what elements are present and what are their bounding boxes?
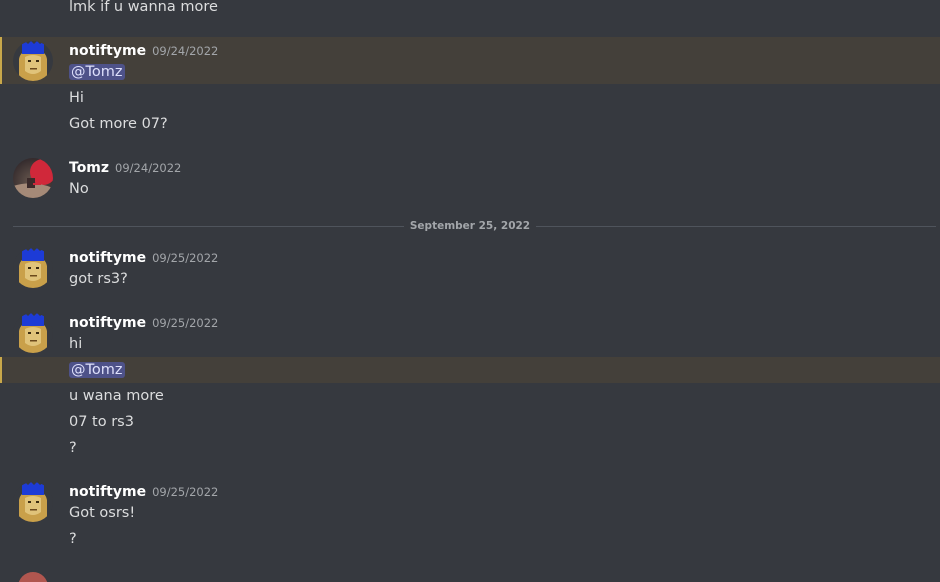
message-text: 07 to rs3 — [69, 414, 134, 430]
user-avatar[interactable] — [13, 482, 53, 522]
message-text: u wana more — [69, 388, 164, 404]
user-mention[interactable]: @Tomz — [69, 362, 125, 378]
message-text: @Tomz — [69, 62, 125, 82]
message-text: @Tomz — [69, 360, 125, 380]
timestamp[interactable]: 09/25/2022 — [152, 485, 218, 499]
message-text: ? — [69, 440, 77, 456]
message-text: Got more 07? — [69, 116, 168, 132]
message-header: notiftyme 09/25/2022 — [69, 312, 218, 332]
user-avatar[interactable] — [13, 158, 53, 198]
user-avatar[interactable] — [13, 313, 53, 353]
message-header: notiftyme 09/24/2022 — [69, 40, 218, 60]
message-text: Hi — [69, 90, 84, 106]
user-avatar[interactable] — [18, 572, 48, 582]
message-text: lmk if u wanna more — [69, 0, 218, 15]
message-text: Got osrs! — [69, 505, 136, 521]
username[interactable]: notiftyme — [69, 43, 146, 59]
timestamp[interactable]: 09/25/2022 — [152, 316, 218, 330]
mention-highlight — [0, 357, 940, 383]
rs-character-avatar-icon — [13, 313, 53, 353]
username[interactable]: notiftyme — [69, 315, 146, 331]
username[interactable]: Tomz — [69, 160, 109, 176]
message-text: ? — [69, 531, 77, 547]
message-text: got rs3? — [69, 271, 128, 287]
message-header: notiftyme 09/25/2022 — [69, 247, 218, 267]
username[interactable]: notiftyme — [69, 250, 146, 266]
timestamp[interactable]: 09/24/2022 — [115, 161, 181, 175]
message-header: notiftyme 09/25/2022 — [69, 481, 218, 501]
timestamp[interactable]: 09/25/2022 — [152, 251, 218, 265]
user-mention[interactable]: @Tomz — [69, 64, 125, 80]
date-divider: September 25, 2022 — [0, 219, 940, 233]
chat-messages-area: lmk if u wanna more notiftyme 09/24/2022 … — [0, 0, 940, 582]
red-moon-avatar-icon — [13, 158, 53, 198]
rs-character-avatar-icon — [13, 41, 53, 81]
username[interactable]: notiftyme — [69, 484, 146, 500]
user-avatar[interactable] — [13, 41, 53, 81]
message-header: Tomz 09/24/2022 — [69, 157, 181, 177]
date-divider-label: September 25, 2022 — [403, 220, 537, 232]
rs-character-avatar-icon — [13, 248, 53, 288]
user-avatar[interactable] — [13, 248, 53, 288]
timestamp[interactable]: 09/24/2022 — [152, 44, 218, 58]
rs-character-avatar-icon — [13, 482, 53, 522]
message-text: hi — [69, 336, 83, 352]
message-text: No — [69, 181, 89, 197]
